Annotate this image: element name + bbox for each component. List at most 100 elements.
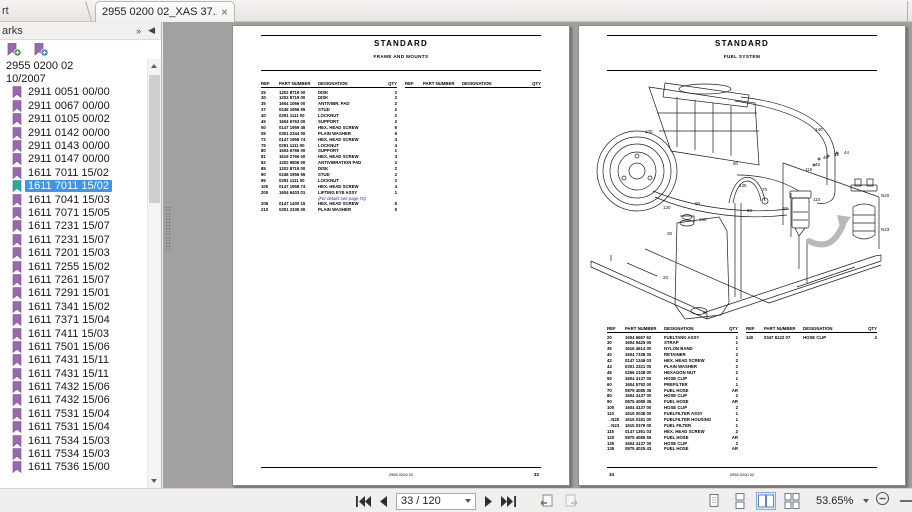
svg-text:70: 70 xyxy=(762,187,768,192)
footer-rule xyxy=(261,467,541,468)
tree-item[interactable]: 1611 7531 15/04 xyxy=(0,421,147,434)
svg-text:130: 130 xyxy=(699,217,707,222)
next-view-button[interactable] xyxy=(563,494,578,508)
tab-divider xyxy=(85,1,92,21)
table-row: 135 0875 4025 43 FUEL HOSE AR xyxy=(607,446,738,452)
page-number-box[interactable]: 33 / 120 xyxy=(396,493,476,510)
single-page-icon[interactable] xyxy=(704,492,724,510)
continuous-facing-icon[interactable] xyxy=(782,492,802,510)
svg-text:120: 120 xyxy=(663,205,671,210)
zoom-slider[interactable] xyxy=(900,500,912,502)
bookmark-icon xyxy=(12,301,22,313)
page-navigation: 33 / 120 xyxy=(356,492,578,510)
tree-item[interactable]: 1611 7011 15/02 xyxy=(0,166,147,179)
tree-item[interactable]: 1611 7431 15/11 xyxy=(0,354,147,367)
collapse-panel-icon[interactable]: ◀ xyxy=(148,25,155,36)
prev-page-button[interactable] xyxy=(379,496,388,507)
tree-item[interactable]: 1611 7432 15/06 xyxy=(0,380,147,393)
tab-close-icon[interactable]: × xyxy=(221,7,228,17)
tree-item[interactable]: 1611 7501 15/06 xyxy=(0,340,147,353)
page-title: STANDARD xyxy=(233,39,569,48)
svg-text:30: 30 xyxy=(667,231,673,236)
bookmark-icon xyxy=(12,381,22,393)
svg-text:90: 90 xyxy=(733,161,739,166)
tree-item[interactable]: 1611 7432 15/06 xyxy=(0,394,147,407)
scroll-up-button[interactable] xyxy=(148,59,161,73)
page-number-caret-icon[interactable] xyxy=(465,499,471,503)
tree-item[interactable]: 2911 0142 00/00 xyxy=(0,126,147,139)
svg-text:140: 140 xyxy=(815,127,823,132)
document-tab[interactable]: 2955 0200 02_XAS 37... × xyxy=(95,1,235,22)
first-page-button[interactable] xyxy=(356,496,371,507)
bookmark-icon xyxy=(12,394,22,406)
panel-resize-grip[interactable] xyxy=(165,206,171,252)
next-page-button[interactable] xyxy=(484,496,493,507)
tree-item[interactable]: 2911 0143 00/00 xyxy=(0,139,147,152)
continuous-page-icon[interactable] xyxy=(730,492,750,510)
header-rule xyxy=(261,35,541,36)
table-row: 210 0301 2339 00 PLAIN WASHER 5 xyxy=(261,207,397,213)
table-header: REF PART NUMBER DESIGNATION QTY xyxy=(746,326,877,333)
tree-item[interactable]: 1611 7291 15/01 xyxy=(0,287,147,300)
tree-item[interactable]: 1611 7534 15/03 xyxy=(0,434,147,447)
tabbar-edge xyxy=(907,1,908,21)
tree-item[interactable]: 1611 7431 15/11 xyxy=(0,367,147,380)
page-subtitle: FRAME AND MOUNTS xyxy=(233,54,569,59)
scroll-down-button[interactable] xyxy=(148,474,161,488)
bookmark-icon xyxy=(12,194,22,206)
zoom-dropdown-caret-icon[interactable] xyxy=(863,499,869,503)
zoom-percent[interactable]: 53.65% xyxy=(816,495,853,507)
tree-item[interactable]: 1611 7371 15/04 xyxy=(0,313,147,326)
add-child-bookmark-button[interactable] xyxy=(34,43,49,57)
tree-root-item[interactable]: 2955 0200 02 xyxy=(0,59,147,72)
facing-page-icon[interactable] xyxy=(756,492,776,510)
page-number-value: 33 / 120 xyxy=(401,495,465,507)
svg-text:20: 20 xyxy=(663,275,669,280)
tree-item[interactable]: 1611 7011 15/02 xyxy=(0,180,147,193)
tree-item[interactable]: 2911 0067 00/00 xyxy=(0,99,147,112)
footer-doc-number: 2955 0200 02 xyxy=(233,472,569,477)
tree-item[interactable]: 2911 0147 00/00 xyxy=(0,153,147,166)
svg-text:50: 50 xyxy=(747,208,753,213)
bookmark-icon xyxy=(12,328,22,340)
header-rule xyxy=(607,70,877,71)
tree-item[interactable]: 1611 7536 15/00 xyxy=(0,461,147,474)
tree-item[interactable]: 1611 7341 15/02 xyxy=(0,300,147,313)
document-tab-label: 2955 0200 02_XAS 37... xyxy=(102,6,217,18)
tree-item[interactable]: 1611 7255 15/02 xyxy=(0,260,147,273)
tree-item[interactable]: 1611 7534 15/03 xyxy=(0,447,147,460)
zoom-out-button[interactable] xyxy=(875,491,890,511)
tree-item[interactable]: 2911 0105 00/02 xyxy=(0,113,147,126)
expand-panels-icon[interactable]: » xyxy=(136,26,141,36)
footer-rule xyxy=(607,467,877,468)
bookmark-icon xyxy=(12,180,22,192)
svg-text:115: 115 xyxy=(805,167,813,172)
scroll-thumb[interactable] xyxy=(149,75,160,203)
partial-tab[interactable]: rt xyxy=(0,0,86,22)
previous-view-button[interactable] xyxy=(540,494,555,508)
tree-item[interactable]: 1611 7201 15/03 xyxy=(0,246,147,259)
svg-text:46: 46 xyxy=(815,162,821,167)
exploded-view-arrow xyxy=(809,225,843,244)
bookmark-icon xyxy=(12,153,22,165)
bookmark-icon xyxy=(12,207,22,219)
svg-text:135: 135 xyxy=(739,183,747,188)
tree-item[interactable]: 1611 7071 15/05 xyxy=(0,206,147,219)
parts-table: REF PART NUMBER DESIGNATION QTY 25 1202 … xyxy=(261,81,541,213)
bookmark-icon xyxy=(12,127,22,139)
tree-item[interactable]: 1611 7231 15/07 xyxy=(0,233,147,246)
tree-item[interactable]: 1611 7041 15/03 xyxy=(0,193,147,206)
add-bookmark-button[interactable] xyxy=(7,43,22,57)
tree-item[interactable]: 1611 7261 15/07 xyxy=(0,273,147,286)
last-page-button[interactable] xyxy=(501,496,516,507)
tree-item[interactable]: 2911 0051 00/00 xyxy=(0,86,147,99)
bookmark-icon xyxy=(12,435,22,447)
tree-item[interactable]: 1611 7531 15/04 xyxy=(0,407,147,420)
parts-table: REF PART NUMBER DESIGNATION QTY 20 1604 … xyxy=(607,326,877,452)
tree-item[interactable]: 1611 7231 15/07 xyxy=(0,220,147,233)
bookmark-icon xyxy=(12,341,22,353)
tree-date-item[interactable]: 10/2007 xyxy=(0,72,147,85)
svg-text:100: 100 xyxy=(645,129,653,134)
sidebar-scrollbar[interactable] xyxy=(147,59,161,488)
tree-item[interactable]: 1611 7411 15/03 xyxy=(0,327,147,340)
